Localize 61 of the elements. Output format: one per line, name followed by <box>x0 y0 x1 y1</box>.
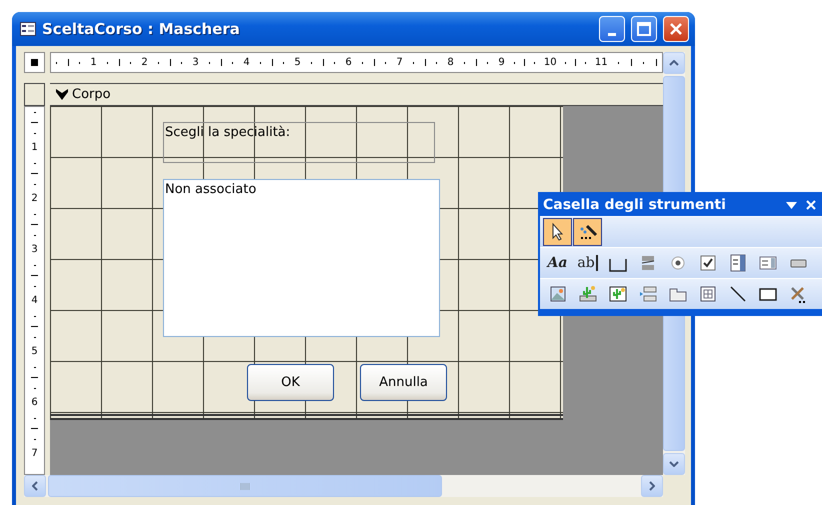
object-frame-icon <box>578 284 598 304</box>
ruler-number: 4 <box>243 58 250 68</box>
list-box[interactable]: Non associato <box>163 179 440 337</box>
subform-icon <box>698 284 718 304</box>
minimize-button[interactable] <box>599 16 625 42</box>
scroll-down-button[interactable] <box>663 453 685 475</box>
section-title: Corpo <box>72 87 111 102</box>
toolbox-title: Casella degli strumenti <box>543 197 727 213</box>
dropdown-arrow-icon[interactable] <box>786 202 797 208</box>
ruler-number: 7 <box>396 58 403 68</box>
form-button[interactable]: OK <box>247 364 334 401</box>
horizontal-scrollbar[interactable] <box>24 475 663 497</box>
toolbox-tool[interactable] <box>573 218 602 246</box>
line-icon <box>728 284 748 304</box>
ruler-number: 6 <box>345 58 352 68</box>
scroll-right-button[interactable] <box>641 475 663 497</box>
close-icon <box>669 22 683 36</box>
maximize-button[interactable] <box>631 16 657 42</box>
magic-wand-icon <box>578 222 598 242</box>
chevron-up-icon <box>669 60 679 66</box>
ruler-number: 5 <box>31 347 38 358</box>
scroll-up-button[interactable] <box>663 52 685 74</box>
form-icon <box>20 22 36 36</box>
close-icon[interactable] <box>806 200 816 210</box>
ruler-number: 8 <box>447 58 454 68</box>
ruler-number: 1 <box>31 143 38 154</box>
combo-box-icon <box>728 253 748 273</box>
close-button[interactable] <box>663 16 689 42</box>
ruler-number: 2 <box>141 58 148 68</box>
ruler-number: 6 <box>31 398 38 408</box>
label-tool-glyph: Aa <box>548 255 568 271</box>
bound-object-frame-icon <box>608 284 628 304</box>
toolbox-tool[interactable] <box>543 218 572 246</box>
ruler-number: 10 <box>544 58 557 68</box>
checkbox-icon <box>698 253 718 273</box>
form-button[interactable]: Annulla <box>360 364 447 401</box>
chevron-down-icon <box>669 461 679 467</box>
image-icon <box>548 284 568 304</box>
page-break-icon <box>638 284 658 304</box>
ruler-number: 9 <box>498 58 505 68</box>
maximize-icon <box>637 22 651 36</box>
chevron-right-icon <box>649 481 655 491</box>
minimize-icon <box>608 32 616 36</box>
scroll-thumb[interactable] <box>48 475 442 497</box>
select-form-box[interactable] <box>24 52 45 73</box>
ruler-number: 7 <box>31 449 38 460</box>
scroll-left-button[interactable] <box>24 475 46 497</box>
ruler-number: 4 <box>31 296 38 306</box>
ruler-number: 11 <box>594 58 608 68</box>
ruler-number: 1 <box>90 58 97 68</box>
ruler-number: 2 <box>31 194 38 204</box>
toolbox-tool[interactable]: Aa <box>543 249 572 277</box>
textbox-tool-glyph: ab <box>577 255 598 271</box>
section-selector[interactable] <box>24 83 45 106</box>
ruler-number: 3 <box>31 245 38 256</box>
ruler-number: 3 <box>192 58 199 68</box>
down-arrow-icon <box>56 89 68 100</box>
ruler-number: 5 <box>294 58 301 68</box>
window-title: SceltaCorso : Maschera <box>42 20 241 38</box>
toolbox-tool[interactable]: ab <box>573 249 602 277</box>
chevron-left-icon <box>32 481 38 491</box>
